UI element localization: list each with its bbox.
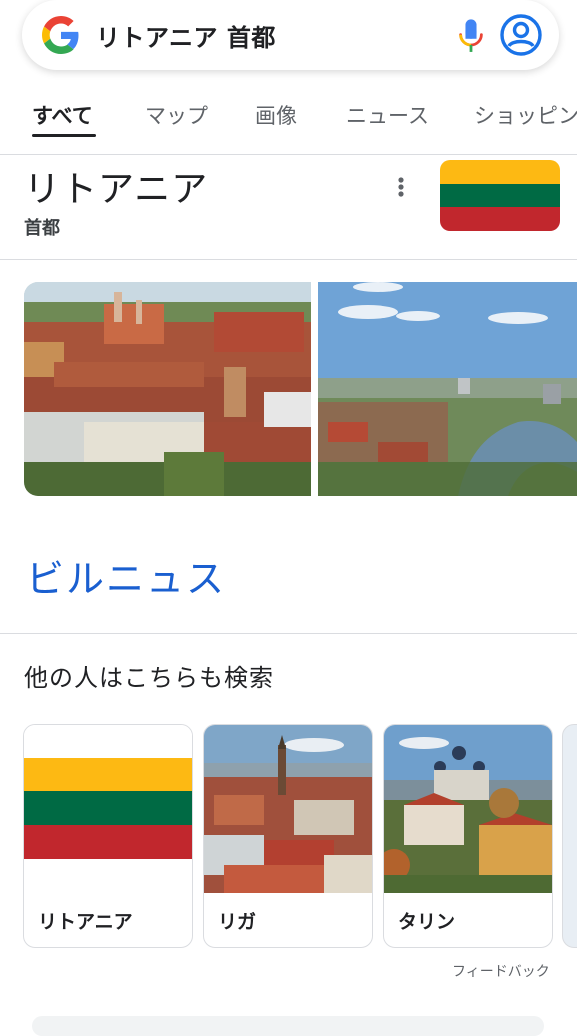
flag-stripe-green (440, 183, 560, 208)
vilnius-photo-1[interactable] (24, 282, 311, 496)
search-input[interactable]: リトアニア 首都 (96, 18, 276, 53)
active-tab-indicator (32, 134, 96, 137)
capital-answer-link[interactable]: ビルニュス (26, 548, 226, 603)
related-card-label: リトアニア (38, 911, 133, 933)
tab-all[interactable]: すべて (32, 100, 93, 130)
tab-news[interactable]: ニュース (346, 100, 429, 130)
search-bar[interactable]: リトアニア 首都 (22, 0, 559, 70)
tab-shopping[interactable]: ショッピン (474, 100, 577, 130)
riga-thumbnail (204, 725, 372, 893)
flag-stripe-red (440, 207, 560, 231)
vilnius-photo-2[interactable] (318, 282, 577, 496)
flag-stripe-yellow (440, 160, 560, 184)
feedback-link[interactable]: フィードバック (452, 961, 550, 981)
lithuania-flag-thumbnail (24, 725, 192, 893)
tab-maps[interactable]: マップ (145, 100, 208, 130)
tab-images[interactable]: 画像 (255, 100, 297, 130)
related-card-partial[interactable] (562, 724, 577, 948)
search-tabs: すべて マップ 画像 ニュース ショッピン (0, 96, 577, 140)
divider (0, 259, 577, 260)
lithuania-flag-image[interactable] (440, 160, 560, 231)
knowledge-panel-subtitle: 首都 (24, 218, 60, 239)
related-card-label: タリン (398, 911, 456, 933)
related-card-lithuania[interactable]: リトアニア (23, 724, 193, 948)
more-vert-icon[interactable] (388, 172, 414, 202)
divider (0, 154, 577, 155)
people-also-search-title: 他の人はこちらも検索 (24, 664, 274, 692)
google-g-icon (42, 16, 79, 54)
knowledge-panel-title[interactable]: リトアニア (24, 160, 208, 212)
microphone-icon[interactable] (454, 18, 488, 54)
related-card-riga[interactable]: リガ (203, 724, 373, 948)
bottom-bar (32, 1016, 544, 1036)
related-card-tallinn[interactable]: タリン (383, 724, 553, 948)
divider (0, 633, 577, 634)
account-icon[interactable] (498, 12, 544, 58)
tallinn-thumbnail (384, 725, 552, 893)
related-card-label: リガ (218, 911, 257, 933)
